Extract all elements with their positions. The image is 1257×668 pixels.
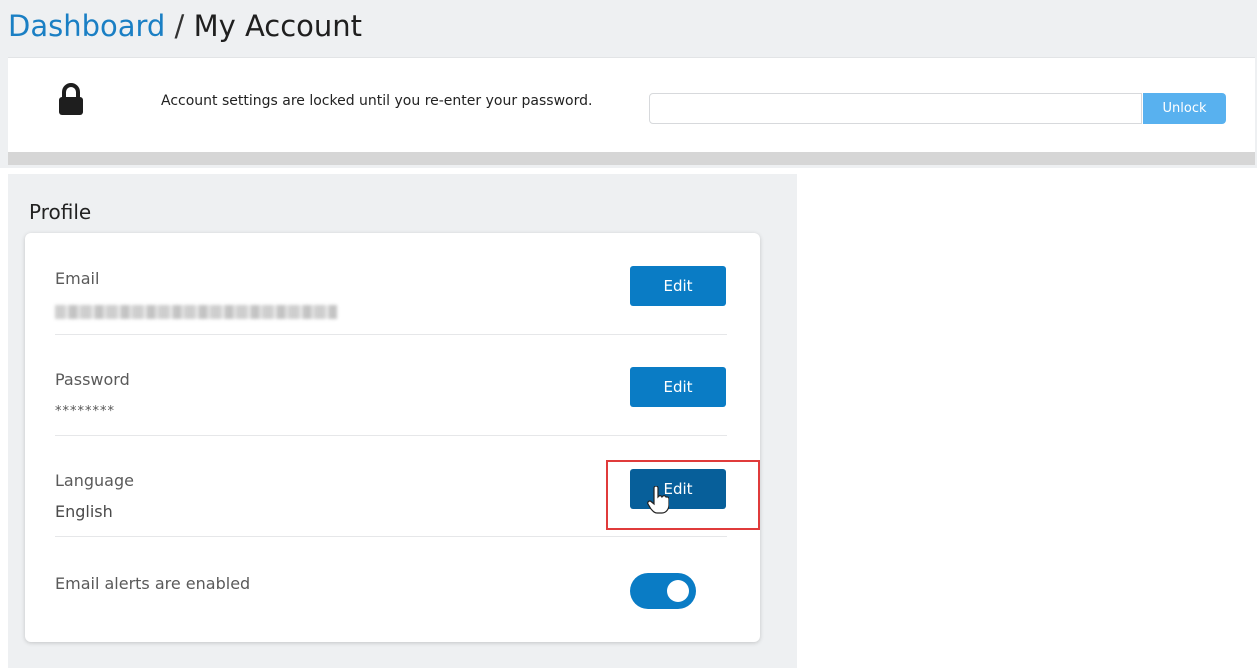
email-label: Email: [55, 269, 100, 288]
lock-banner: Account settings are locked until you re…: [8, 57, 1255, 153]
email-row: Email Edit: [55, 233, 727, 335]
password-input[interactable]: [649, 93, 1142, 124]
lock-banner-shadow: [8, 152, 1255, 165]
password-row: Password ******** Edit: [55, 334, 727, 436]
toggle-knob: [667, 580, 689, 602]
breadcrumb: Dashboard / My Account: [8, 6, 362, 46]
alerts-label: Email alerts are enabled: [55, 574, 251, 593]
breadcrumb-separator: /: [165, 9, 194, 43]
alerts-row: Email alerts are enabled: [55, 536, 727, 637]
language-row: Language English Edit: [55, 435, 727, 537]
password-label: Password: [55, 370, 130, 389]
password-value: ********: [55, 404, 115, 419]
unlock-button[interactable]: Unlock: [1143, 93, 1226, 124]
profile-title: Profile: [29, 200, 92, 224]
email-edit-button[interactable]: Edit: [630, 266, 726, 306]
language-edit-button[interactable]: Edit: [630, 469, 726, 509]
breadcrumb-dashboard-link[interactable]: Dashboard: [8, 9, 165, 43]
language-value: English: [55, 502, 113, 521]
language-label: Language: [55, 471, 134, 490]
breadcrumb-current: My Account: [193, 9, 363, 43]
lock-message: Account settings are locked until you re…: [161, 93, 593, 109]
email-value-redacted: [55, 305, 337, 319]
lock-icon: [59, 83, 83, 115]
password-edit-button[interactable]: Edit: [630, 367, 726, 407]
profile-card: Email Edit Password ******** Edit Langua…: [25, 233, 760, 642]
email-alerts-toggle[interactable]: [630, 573, 696, 609]
